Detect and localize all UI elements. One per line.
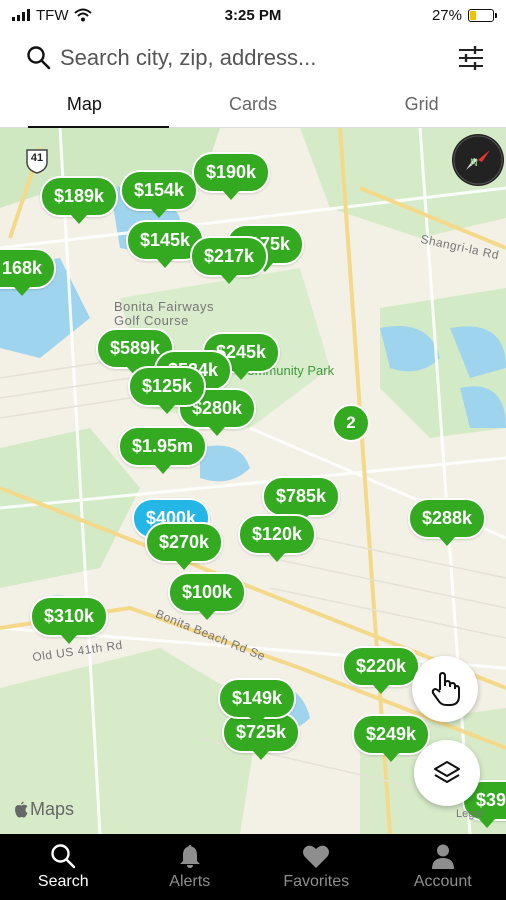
price-pin[interactable]: $100k [168, 572, 247, 620]
hand-pointer-icon [431, 672, 460, 706]
nav-favorites-label: Favorites [283, 873, 350, 890]
nav-account[interactable]: Account [380, 834, 506, 900]
battery-percent: 27% [431, 6, 462, 24]
heart-icon [303, 845, 330, 868]
golf-course-label: Bonita Fairways Golf Course [114, 299, 214, 328]
status-right: 27% [431, 6, 497, 24]
svg-text:N: N [470, 157, 478, 169]
price-pin[interactable]: $190k [192, 152, 271, 200]
signal-icon [12, 9, 30, 21]
price-pin[interactable]: $149k [218, 678, 297, 726]
person-icon [431, 844, 454, 869]
tab-map[interactable]: Map [0, 88, 169, 128]
search-bar [0, 32, 506, 84]
apple-logo-icon [15, 801, 28, 818]
price-pin[interactable]: $154k [120, 170, 199, 218]
search-icon [51, 844, 76, 869]
price-pin[interactable]: $189k [40, 176, 119, 224]
tab-grid[interactable]: Grid [337, 88, 506, 127]
search-icon [27, 46, 51, 70]
cluster-marker[interactable]: 2 [332, 404, 370, 442]
map-layers-button[interactable] [414, 740, 480, 806]
price-pin[interactable]: $270k [145, 522, 224, 570]
draw-area-button[interactable] [412, 656, 478, 722]
carrier-label: TFW [36, 6, 69, 24]
price-pin[interactable]: $220k [342, 646, 421, 694]
nav-favorites[interactable]: Favorites [253, 834, 380, 900]
price-pin[interactable]: $288k [408, 498, 487, 546]
nav-account-label: Account [413, 873, 472, 890]
nav-search-label: Search [37, 873, 89, 890]
nav-alerts-label: Alerts [169, 873, 211, 890]
bell-icon [179, 845, 200, 868]
price-pin[interactable]: $125k [128, 366, 207, 414]
price-pin[interactable]: $1.95m [118, 426, 208, 474]
compass-icon[interactable]: N [452, 134, 504, 186]
map-view[interactable]: 41 Bonita Fairways Golf Course Community… [0, 128, 506, 834]
status-left: TFW [12, 6, 93, 24]
legal-link[interactable]: Legal [456, 808, 483, 820]
wifi-icon [74, 8, 93, 22]
nav-alerts[interactable]: Alerts [127, 834, 254, 900]
maps-attribution-label: Maps [30, 799, 75, 819]
price-pin[interactable]: 168k [0, 248, 57, 296]
search-input[interactable] [60, 45, 456, 71]
bottom-nav: Search Alerts Favorites Account [0, 834, 506, 900]
tab-cards[interactable]: Cards [169, 88, 338, 127]
maps-attribution: Maps [14, 799, 74, 820]
route-shield-label: 41 [30, 152, 44, 164]
status-bar: TFW 3:25 PM 27% [0, 0, 506, 30]
nav-search[interactable]: Search [0, 834, 127, 900]
filter-icon[interactable] [456, 43, 486, 73]
price-pin[interactable]: $310k [30, 596, 109, 644]
battery-icon [468, 8, 497, 22]
price-pin[interactable]: $785k [262, 476, 341, 524]
price-pin[interactable]: $120k [238, 514, 317, 562]
price-pin[interactable]: $217k [190, 236, 269, 284]
layers-icon [434, 761, 460, 783]
price-pin[interactable]: $249k [352, 714, 431, 762]
view-tabs: Map Cards Grid [0, 88, 506, 128]
